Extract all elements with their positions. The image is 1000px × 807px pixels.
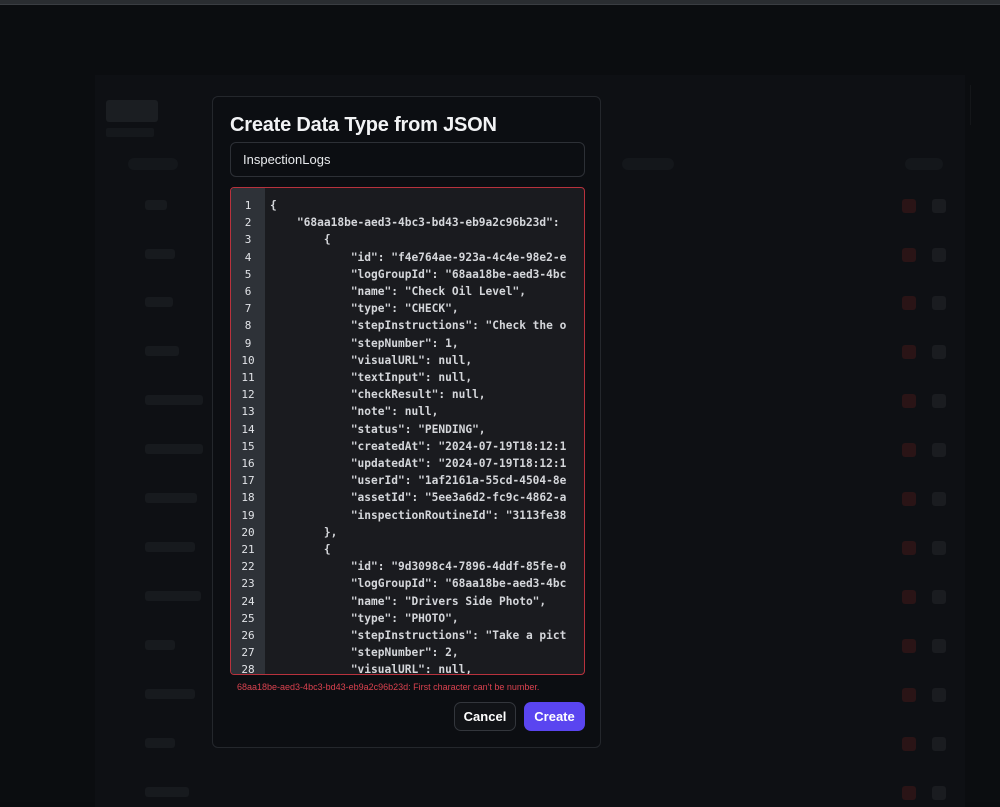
- line-number: 19: [241, 508, 255, 522]
- validation-error-message: 68aa18be-aed3-4bc3-bd43-eb9a2c96b23d: Fi…: [237, 682, 540, 692]
- line-number: 3: [244, 233, 252, 247]
- code-line-text: "visualURL": null,: [270, 353, 473, 367]
- code-line: "stepInstructions": "Check the o: [265, 317, 584, 334]
- code-line: "name": "Check Oil Level",: [265, 283, 584, 300]
- create-button[interactable]: Create: [524, 702, 585, 731]
- create-data-type-modal: Create Data Type from JSON 1 {2 "68aa18be…: [212, 96, 601, 748]
- line-number: 15: [241, 439, 255, 453]
- line-number: 13: [241, 405, 255, 419]
- json-code-editor[interactable]: 1 {2 "68aa18be-aed3-4bc3-bd43-eb9a2c96b23…: [230, 187, 585, 675]
- code-line: "createdAt": "2024-07-19T18:12:1: [265, 438, 584, 455]
- code-line-text: "visualURL": null,: [270, 663, 473, 675]
- line-number: 11: [241, 371, 255, 384]
- code-line-text: },: [270, 525, 338, 539]
- code-line: "textInput": null,: [265, 369, 584, 386]
- line-number: 18: [241, 491, 255, 505]
- code-line-text: {: [270, 543, 331, 556]
- line-number: 21: [241, 543, 255, 556]
- code-line-text: "type": "CHECK",: [270, 302, 459, 316]
- cancel-button[interactable]: Cancel: [454, 702, 516, 731]
- code-line-text: "id": "9d3098c4-7896-4ddf-85fe-0: [270, 560, 567, 574]
- line-number: 27: [241, 646, 255, 660]
- line-number: 12: [241, 388, 255, 402]
- line-number: 25: [241, 611, 255, 625]
- code-line: "inspectionRoutineId": "3113fe38: [265, 507, 584, 524]
- line-number: 9: [244, 336, 252, 350]
- line-number: 14: [241, 422, 255, 436]
- code-line-text: "68aa18be-aed3-4bc3-bd43-eb9a2c96b23d":: [270, 216, 560, 230]
- code-line-text: "textInput": null,: [270, 371, 473, 384]
- code-line: "68aa18be-aed3-4bc3-bd43-eb9a2c96b23d":: [265, 214, 584, 231]
- code-line-text: "updatedAt": "2024-07-19T18:12:1: [270, 457, 567, 470]
- code-line: "type": "CHECK",: [265, 300, 584, 317]
- code-line-text: {: [270, 233, 331, 247]
- line-number: 28: [241, 663, 255, 675]
- line-number: 20: [241, 525, 255, 539]
- line-number: 2: [244, 216, 252, 230]
- code-line: "logGroupId": "68aa18be-aed3-4bc: [265, 575, 584, 592]
- line-number: 1: [244, 199, 252, 212]
- code-line-text: "id": "f4e764ae-923a-4c4e-98e2-e: [270, 250, 567, 264]
- code-line-text: "createdAt": "2024-07-19T18:12:1: [270, 439, 567, 453]
- code-line: "assetId": "5ee3a6d2-fc9c-4862-a: [265, 489, 584, 506]
- code-line-text: "stepInstructions": "Check the o: [270, 319, 567, 333]
- code-line: },: [265, 524, 584, 541]
- code-line-text: "note": null,: [270, 405, 439, 419]
- code-line: "visualURL": null,: [265, 352, 584, 369]
- line-number: 22: [241, 560, 255, 574]
- line-number: 16: [241, 457, 255, 470]
- line-number: 6: [244, 285, 252, 298]
- code-line: "userId": "1af2161a-55cd-4504-8e: [265, 472, 584, 489]
- code-line-text: "stepNumber": 1,: [270, 336, 459, 350]
- code-line: "id": "f4e764ae-923a-4c4e-98e2-e: [265, 249, 584, 266]
- code-line: "stepNumber": 1,: [265, 335, 584, 352]
- code-line-text: "logGroupId": "68aa18be-aed3-4bc: [270, 267, 567, 281]
- code-line-text: "name": "Check Oil Level",: [270, 285, 526, 298]
- code-line-text: "inspectionRoutineId": "3113fe38: [270, 508, 567, 522]
- line-number: 4: [244, 250, 252, 264]
- code-line: "visualURL": null,: [265, 661, 584, 675]
- code-line: "updatedAt": "2024-07-19T18:12:1: [265, 455, 584, 472]
- data-type-name-input[interactable]: [230, 142, 585, 177]
- code-line: {: [265, 541, 584, 558]
- code-line: "type": "PHOTO",: [265, 610, 584, 627]
- code-line: {: [265, 197, 584, 214]
- code-line: "stepNumber": 2,: [265, 644, 584, 661]
- line-number: 10: [241, 353, 255, 367]
- line-number: 17: [241, 474, 255, 488]
- code-line-text: "type": "PHOTO",: [270, 611, 459, 625]
- code-line-text: "status": "PENDING",: [270, 422, 486, 436]
- code-line-text: "logGroupId": "68aa18be-aed3-4bc: [270, 577, 567, 591]
- code-line: "status": "PENDING",: [265, 421, 584, 438]
- line-number: 7: [244, 302, 252, 316]
- line-number: 8: [244, 319, 252, 333]
- modal-overlay: Create Data Type from JSON 1 {2 "68aa18be…: [0, 0, 1000, 802]
- code-line-text: "name": "Drivers Side Photo",: [270, 594, 547, 608]
- line-number: 24: [241, 594, 255, 608]
- code-line-text: "checkResult": null,: [270, 388, 486, 402]
- code-line-text: {: [270, 199, 277, 212]
- code-line: "stepInstructions": "Take a pict: [265, 627, 584, 644]
- code-line: "note": null,: [265, 403, 584, 420]
- code-line: "name": "Drivers Side Photo",: [265, 593, 584, 610]
- code-line-text: "assetId": "5ee3a6d2-fc9c-4862-a: [270, 491, 567, 505]
- code-line: "id": "9d3098c4-7896-4ddf-85fe-0: [265, 558, 584, 575]
- code-line: "logGroupId": "68aa18be-aed3-4bc: [265, 266, 584, 283]
- code-line-text: "userId": "1af2161a-55cd-4504-8e: [270, 474, 567, 488]
- line-number: 5: [244, 267, 252, 281]
- modal-title: Create Data Type from JSON: [230, 114, 497, 136]
- code-line: {: [265, 231, 584, 248]
- line-number: 26: [241, 629, 255, 642]
- code-line: "checkResult": null,: [265, 386, 584, 403]
- code-line-text: "stepInstructions": "Take a pict: [270, 629, 567, 642]
- code-line-text: "stepNumber": 2,: [270, 646, 459, 660]
- line-number: 23: [241, 577, 255, 591]
